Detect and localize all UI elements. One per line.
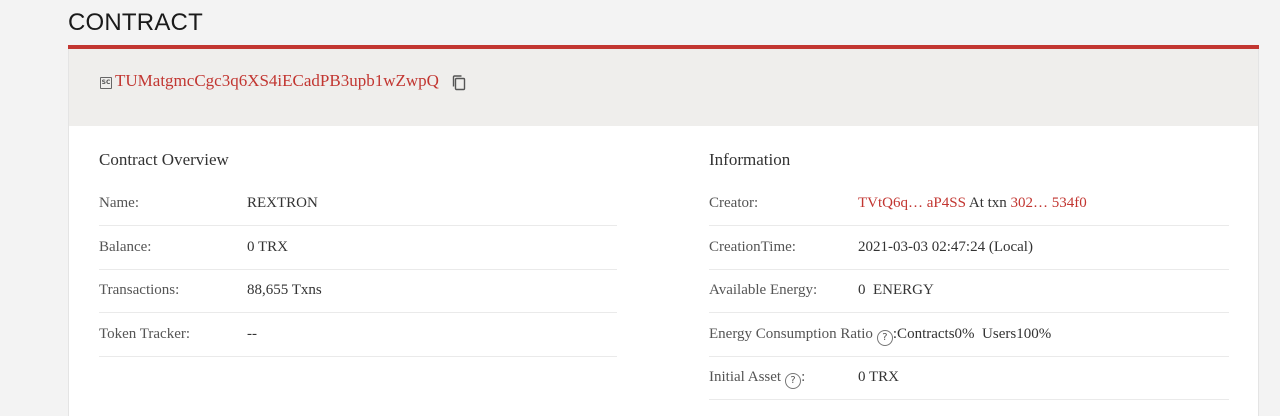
overview-row-name: Name: REXTRON (99, 183, 617, 226)
row-label: CreationTime: (709, 239, 796, 255)
creation-txn-link[interactable]: 302… 534f0 (1011, 195, 1087, 211)
available-energy-value: 0 ENERGY (858, 282, 934, 298)
creation-time-value: 2021-03-03 02:47:24 (Local) (858, 239, 1033, 255)
overview-row-token-tracker: Token Tracker: -- (99, 314, 617, 357)
contract-address-bar: SC TUMatgmcCgc3q6XS4iECadPB3upb1wZwpQ (68, 49, 1259, 126)
page-title: CONTRACT (68, 9, 203, 36)
row-label: Available Energy: (709, 282, 818, 298)
help-icon[interactable]: ? (785, 373, 802, 389)
contract-details-panel: Contract Overview Name: REXTRON Balance:… (68, 126, 1259, 416)
row-label: Creator: (709, 195, 759, 211)
row-label: Transactions: (99, 282, 180, 298)
overview-row-transactions: Transactions: 88,655 Txns (99, 270, 617, 313)
contract-address-link[interactable]: TUMatgmcCgc3q6XS4iECadPB3upb1wZwpQ (115, 71, 439, 91)
initial-asset-line: Initial Asset?: (709, 369, 805, 389)
at-txn-text: At txn (965, 195, 1011, 211)
row-label: Energy Consumption Ratio (709, 326, 873, 342)
contract-name-value: REXTRON (247, 195, 318, 211)
balance-value: 0 TRX (247, 239, 288, 255)
info-row-creator: Creator: TVtQ6q… aP4SS At txn 302… 534f0 (709, 183, 1229, 226)
info-row-initial-asset: Initial Asset?: 0 TRX (709, 357, 1229, 400)
info-row-available-energy: Available Energy: 0 ENERGY (709, 270, 1229, 313)
section-title-information: Information (709, 150, 791, 169)
copy-icon[interactable] (452, 75, 466, 91)
section-title-contract-overview: Contract Overview (99, 150, 229, 169)
row-label: Name: (99, 195, 139, 211)
creator-value: TVtQ6q… aP4SS At txn 302… 534f0 (858, 195, 1087, 212)
info-row-creation-time: CreationTime: 2021-03-03 02:47:24 (Local… (709, 227, 1229, 270)
energy-ratio-value: :Contracts0% Users100% (892, 326, 1052, 342)
row-label: Balance: (99, 239, 152, 255)
info-row-energy-ratio: Energy Consumption Ratio?:Contracts0% Us… (709, 314, 1229, 357)
transactions-value: 88,655 Txns (247, 282, 322, 298)
row-label: Token Tracker: (99, 326, 191, 342)
creator-address-link[interactable]: TVtQ6q… aP4SS (858, 195, 966, 211)
initial-asset-value: 0 TRX (858, 369, 899, 385)
help-icon[interactable]: ? (876, 330, 893, 346)
smart-contract-icon: SC (100, 77, 112, 89)
row-label: Initial Asset (709, 369, 782, 385)
token-tracker-value: -- (247, 326, 257, 342)
label-colon: : (801, 369, 806, 385)
energy-ratio-line: Energy Consumption Ratio?:Contracts0% Us… (709, 326, 1051, 346)
overview-row-balance: Balance: 0 TRX (99, 227, 617, 270)
